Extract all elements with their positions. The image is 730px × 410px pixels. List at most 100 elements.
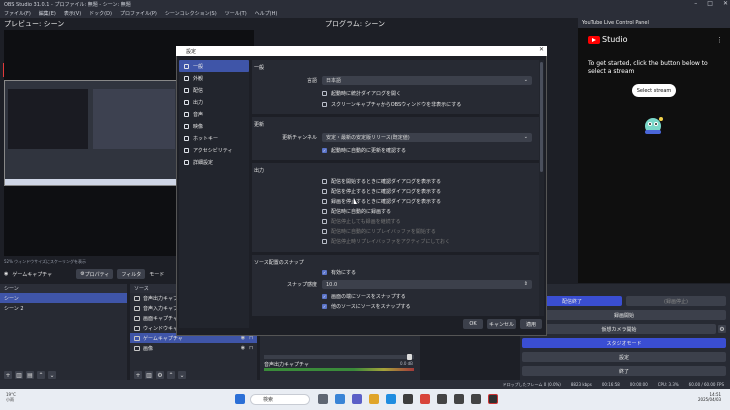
maximize-icon[interactable]: □ xyxy=(707,0,713,7)
lock-icon[interactable]: ⊓ xyxy=(249,345,253,351)
close-icon[interactable]: ✕ xyxy=(723,0,728,7)
filters-button[interactable]: フィルタ xyxy=(117,269,146,279)
option-row[interactable]: ✓ 他のソースにソースをスナップする xyxy=(322,303,411,310)
trash-icon[interactable]: ▥ xyxy=(15,371,23,379)
menu-help[interactable]: ヘルプ(H) xyxy=(255,10,278,17)
update-channel-select[interactable]: 安定・最新の安定版リリース(既定値) ⌄ xyxy=(322,133,532,142)
app-icon[interactable] xyxy=(403,394,413,404)
checkbox[interactable] xyxy=(322,179,327,184)
stop-record-button[interactable]: (録画停止) xyxy=(626,296,726,306)
cancel-button[interactable]: キャンセル xyxy=(487,319,516,329)
option-row[interactable]: ✓ 画面の端にソースをスナップする xyxy=(322,293,406,300)
exit-button[interactable]: 終了 xyxy=(522,366,726,376)
app-icon[interactable] xyxy=(352,394,362,404)
app-icon[interactable] xyxy=(335,394,345,404)
nav-output[interactable]: 出力 xyxy=(179,96,249,108)
app-icon[interactable] xyxy=(454,394,464,404)
app-icon[interactable] xyxy=(420,394,430,404)
snap-sensitivity-input[interactable]: 10.0 ⇕ xyxy=(322,280,532,289)
option-row[interactable]: 配信を停止するときに確認ダイアログを表示する xyxy=(322,188,441,195)
nav-audio[interactable]: 音声 xyxy=(179,108,249,120)
option-label: 起動時に統計ダイアログを開く xyxy=(331,91,402,97)
checkbox[interactable]: ✓ xyxy=(322,270,327,275)
option-row[interactable]: ✓ 起動時に自動的に更新を確認する xyxy=(322,147,406,154)
nav-advanced[interactable]: 詳細設定 xyxy=(179,156,249,168)
add-icon[interactable]: + xyxy=(4,371,12,379)
apply-button[interactable]: 適用 xyxy=(520,319,542,329)
nav-appearance[interactable]: 外観 xyxy=(179,72,249,84)
start-record-button[interactable]: 録画開始 xyxy=(522,310,726,320)
checkbox[interactable]: ✓ xyxy=(322,304,327,309)
option-row[interactable]: 配信時に自動的に録画する xyxy=(322,208,391,215)
obs-icon[interactable] xyxy=(488,394,498,404)
menu-edit[interactable]: 編集(E) xyxy=(39,10,56,17)
eye-icon[interactable]: ◉ xyxy=(241,345,245,351)
add-icon[interactable]: + xyxy=(134,371,142,379)
virtual-camera-button[interactable]: 仮想カメラ開始 xyxy=(522,324,716,334)
chevron-down-icon[interactable]: ⌄ xyxy=(48,371,56,379)
menu-view[interactable]: 表示(V) xyxy=(64,10,81,17)
menu-dock[interactable]: ドック(D) xyxy=(89,10,112,17)
checkbox[interactable]: ✓ xyxy=(322,148,327,153)
settings-content: 一般 言語 日本語 ⌄ 起動時に統計ダイアログを開く スクリーンキャプチャからOB… xyxy=(252,60,539,316)
preview-source-frame[interactable] xyxy=(4,80,179,186)
start-icon[interactable] xyxy=(235,394,245,404)
filter-icon[interactable]: ▤ xyxy=(26,371,34,379)
nav-video[interactable]: 映像 xyxy=(179,120,249,132)
gear-icon[interactable]: ⚙ xyxy=(156,371,164,379)
stepper-icon[interactable]: ⇕ xyxy=(524,281,528,287)
select-stream-button[interactable]: Select stream xyxy=(632,84,676,97)
app-icon[interactable] xyxy=(318,394,328,404)
chevron-up-icon[interactable]: ⌃ xyxy=(167,371,175,379)
checkbox[interactable] xyxy=(322,189,327,194)
chevron-down-icon[interactable]: ⌄ xyxy=(178,371,186,379)
nav-general[interactable]: 一般 xyxy=(179,60,249,72)
checkbox[interactable] xyxy=(322,199,327,204)
app-icon[interactable] xyxy=(471,394,481,404)
volume-slider[interactable] xyxy=(264,354,414,360)
menu-file[interactable]: ファイル(F) xyxy=(4,10,31,17)
taskbar-search[interactable]: 検索 xyxy=(250,394,310,405)
scene-item[interactable]: シーン 2 xyxy=(0,303,127,313)
checkbox[interactable] xyxy=(322,209,327,214)
option-row[interactable]: 配信を開始するときに確認ダイアログを表示する xyxy=(322,178,441,185)
nav-stream[interactable]: 配信 xyxy=(179,84,249,96)
browser-icon[interactable] xyxy=(386,394,396,404)
app-icon[interactable] xyxy=(437,394,447,404)
settings-button[interactable]: 設定 xyxy=(522,352,726,362)
taskbar-clock[interactable]: 14:51 2025/04/03 xyxy=(698,392,721,402)
option-row[interactable]: 起動時に統計ダイアログを開く xyxy=(322,90,401,97)
mode-label[interactable]: モード xyxy=(149,271,164,278)
selection-handle[interactable] xyxy=(3,63,7,77)
ok-button[interactable]: OK xyxy=(463,319,483,329)
option-row[interactable]: ✓ 有効にする xyxy=(322,269,356,276)
checkbox[interactable]: ✓ xyxy=(322,294,327,299)
language-select[interactable]: 日本語 ⌄ xyxy=(322,76,532,85)
option-label: 配信を停止するときに確認ダイアログを表示する xyxy=(331,189,442,195)
gear-icon[interactable]: ⚙ xyxy=(718,325,726,333)
trash-icon[interactable]: ▥ xyxy=(145,371,153,379)
volume-knob[interactable] xyxy=(407,354,412,360)
studio-mode-button[interactable]: スタジオモード xyxy=(522,338,726,348)
minimize-icon[interactable]: – xyxy=(694,0,697,7)
nav-accessibility[interactable]: アクセシビリティ xyxy=(179,144,249,156)
checkbox[interactable] xyxy=(322,91,327,96)
menu-profile[interactable]: プロファイル(P) xyxy=(120,10,157,17)
more-options-icon[interactable]: ⋮ xyxy=(716,36,723,44)
source-item[interactable]: 画像 ◉ ⊓ xyxy=(130,343,257,353)
cpu-usage: CPU: 3.3% xyxy=(657,382,679,387)
option-label: 録画を停止するときに確認ダイアログを表示する xyxy=(331,199,442,205)
chevron-up-icon[interactable]: ⌃ xyxy=(37,371,45,379)
checkbox[interactable] xyxy=(322,102,327,107)
close-icon[interactable]: ✕ xyxy=(539,46,544,53)
weather-widget[interactable]: 19°C 小雨 xyxy=(6,392,16,402)
scene-item[interactable]: シーン xyxy=(0,293,127,303)
scrollbar-thumb[interactable] xyxy=(540,62,543,172)
properties-button[interactable]: ⚙ プロパティ xyxy=(76,269,114,279)
option-row[interactable]: スクリーンキャプチャからOBSウィンドウを非表示にする xyxy=(322,101,461,108)
folder-icon[interactable] xyxy=(369,394,379,404)
menu-scene-collection[interactable]: シーンコレクション(S) xyxy=(165,10,217,17)
menu-tools[interactable]: ツール(T) xyxy=(225,10,247,17)
option-row[interactable]: 録画を停止するときに確認ダイアログを表示する xyxy=(322,198,441,205)
nav-hotkeys[interactable]: ホットキー xyxy=(179,132,249,144)
